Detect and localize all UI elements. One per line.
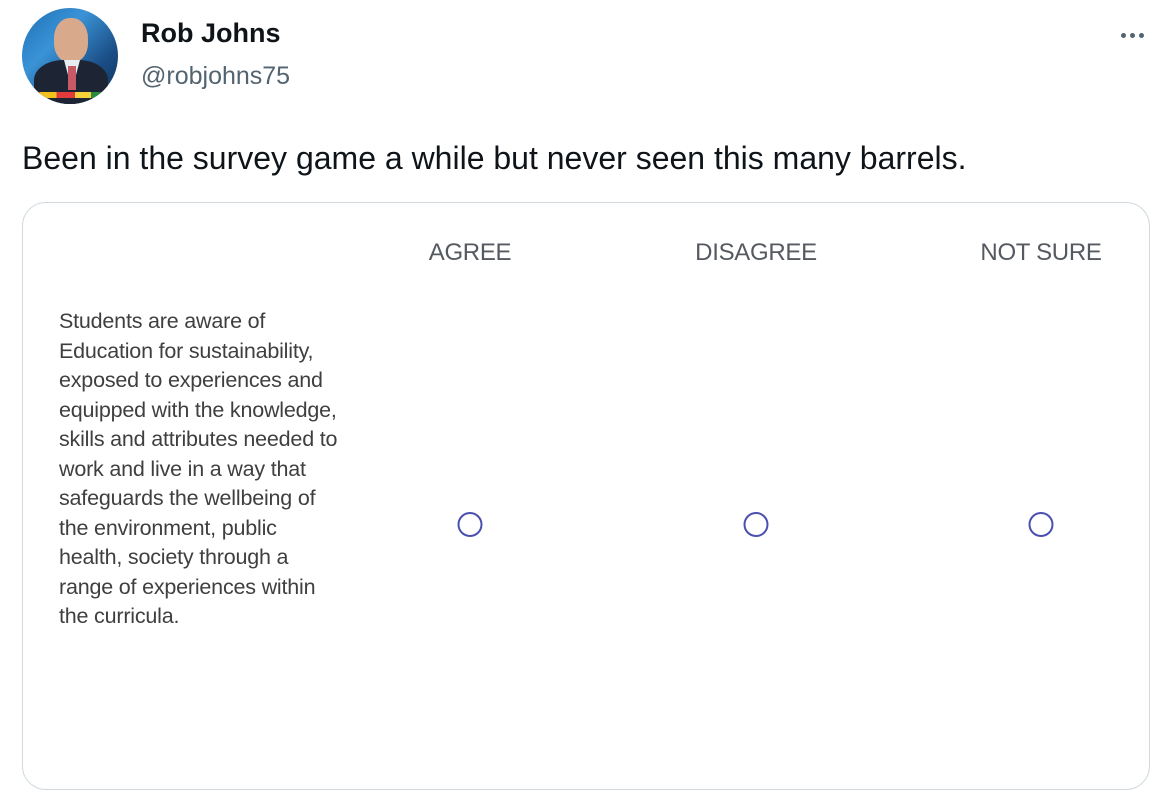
more-dot [1138, 32, 1144, 38]
avatar[interactable] [22, 8, 118, 104]
radio-agree[interactable] [457, 512, 483, 537]
avatar-tie [68, 66, 76, 90]
survey-image-card[interactable]: AGREE DISAGREE NOT SURE Students are awa… [22, 202, 1150, 790]
avatar-news-ticker [22, 92, 118, 98]
column-header-not-sure: NOT SURE [980, 239, 1102, 266]
tweet-text: Been in the survey game a while but neve… [22, 140, 967, 176]
radio-disagree[interactable] [743, 512, 769, 537]
more-dot [1129, 32, 1135, 38]
survey-question: Students are aware of Education for sust… [59, 309, 338, 628]
more-dot [1120, 32, 1126, 38]
more-options-icon[interactable] [1112, 20, 1152, 50]
column-header-disagree: DISAGREE [695, 239, 817, 266]
author-handle[interactable]: @robjohns75 [141, 62, 290, 91]
radio-not-sure[interactable] [1028, 512, 1054, 537]
author-name[interactable]: Rob Johns [141, 18, 281, 49]
avatar-head [54, 18, 88, 62]
column-header-agree: AGREE [428, 239, 512, 266]
